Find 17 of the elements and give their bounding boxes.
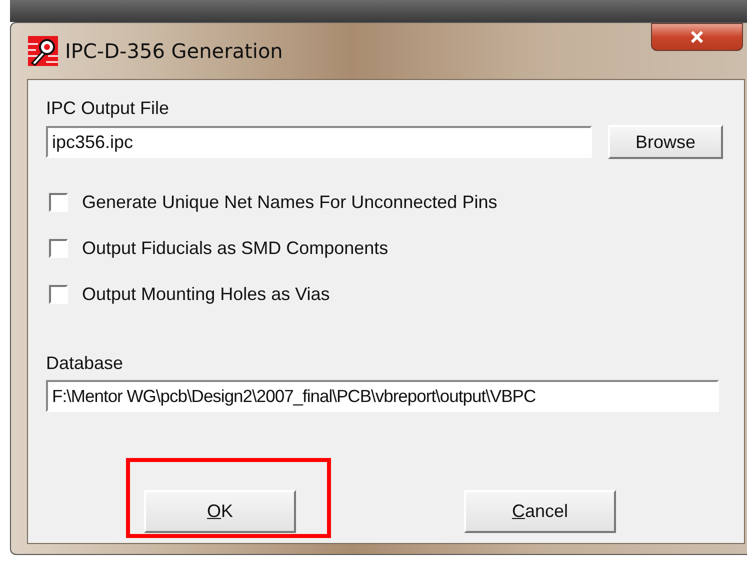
ok-button[interactable]: OK (144, 490, 296, 533)
checkbox-label[interactable]: Output Fiducials as SMD Components (82, 238, 388, 259)
checkbox-label[interactable]: Output Mounting Holes as Vias (82, 284, 330, 305)
checkbox[interactable] (49, 239, 68, 258)
output-file-field[interactable]: ipc356.ipc (46, 126, 592, 158)
field-label: Database (46, 353, 124, 374)
cancel-button[interactable]: Cancel (464, 490, 616, 533)
wrench-icon (28, 36, 58, 66)
close-icon (690, 31, 704, 43)
checkbox[interactable] (49, 285, 68, 304)
field-label: IPC Output File (46, 98, 170, 119)
checkbox-label[interactable]: Generate Unique Net Names For Unconnected Pins (82, 192, 498, 213)
database-field[interactable]: F:\Mentor WG\pcb\Design2\2007_final\PCB\vbreport\output\VBPC (46, 380, 719, 412)
window-title: IPC-D-356 Generation (65, 39, 283, 63)
checkbox[interactable] (49, 193, 68, 212)
browse-button[interactable]: Browse (608, 125, 723, 159)
close-button[interactable] (651, 23, 743, 51)
